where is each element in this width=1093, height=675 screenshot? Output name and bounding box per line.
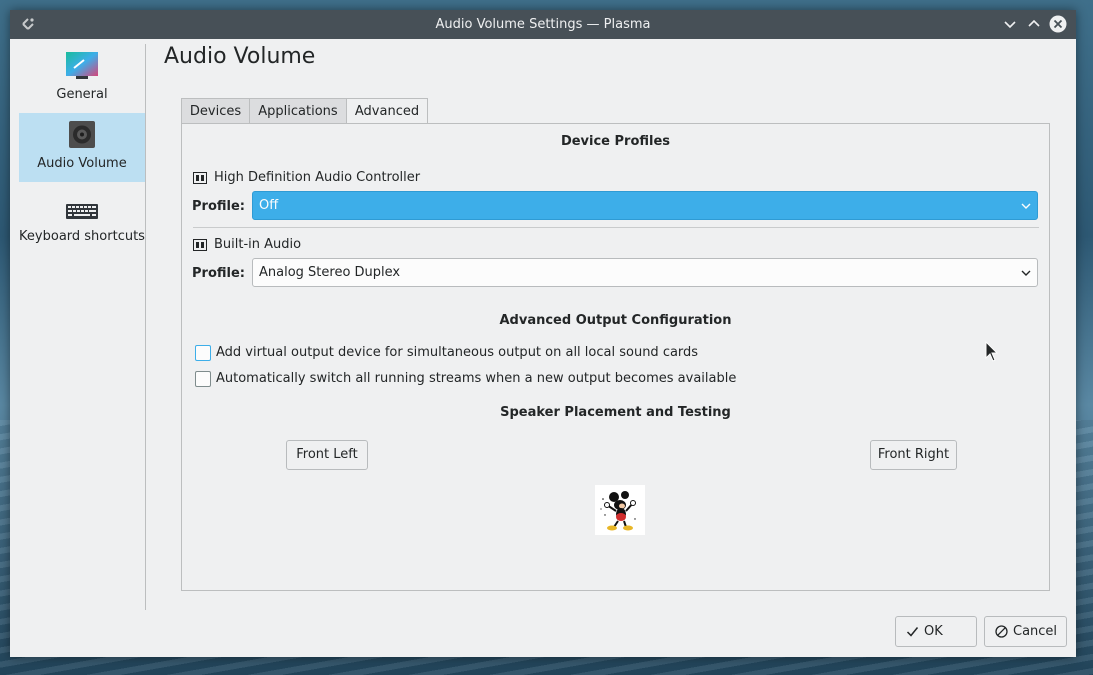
builtin-audio-profile-select[interactable]: Analog Stereo Duplex — [252, 258, 1038, 287]
advanced-panel: Device Profiles High Definition Audio Co… — [181, 123, 1050, 591]
tab-applications[interactable]: Applications — [249, 98, 347, 123]
front-right-button[interactable]: Front Right — [870, 440, 957, 470]
maximize-icon[interactable] — [1025, 15, 1043, 33]
sidebar-item-general[interactable]: General — [19, 44, 145, 113]
speaker-icon — [69, 121, 95, 148]
mouse-cursor-icon — [985, 341, 999, 362]
virtual-output-checkbox[interactable] — [195, 345, 211, 361]
audio-card-icon — [193, 172, 207, 184]
virtual-output-label[interactable]: Add virtual output device for simultaneo… — [216, 345, 698, 360]
profile-value: Analog Stereo Duplex — [259, 265, 401, 280]
category-sidebar: General Audio Volume Keyboard shortcuts — [18, 44, 146, 610]
speaker-placement-title: Speaker Placement and Testing — [500, 405, 731, 420]
device-name: Built-in Audio — [214, 237, 302, 252]
auto-switch-checkbox[interactable] — [195, 371, 211, 387]
cancel-icon — [995, 625, 1008, 638]
title-bar[interactable]: Audio Volume Settings — Plasma — [10, 10, 1076, 39]
output-config-title: Advanced Output Configuration — [499, 313, 732, 328]
checkmark-icon — [906, 627, 919, 637]
device-profiles-title: Device Profiles — [560, 134, 671, 149]
close-icon[interactable] — [1049, 15, 1067, 33]
ok-label: OK — [924, 624, 943, 639]
window-title: Audio Volume Settings — Plasma — [435, 17, 651, 32]
sidebar-divider — [145, 44, 146, 610]
tab-devices[interactable]: Devices — [181, 98, 250, 123]
audio-card-icon — [193, 239, 207, 251]
sidebar-item-label: Audio Volume — [37, 156, 127, 171]
hd-audio-profile-select[interactable]: Off — [252, 191, 1038, 220]
sidebar-item-label: General — [56, 87, 108, 102]
profile-label: Profile: — [192, 266, 245, 281]
chevron-down-icon — [1021, 270, 1031, 276]
front-left-button[interactable]: Front Left — [286, 440, 368, 470]
page-title: Audio Volume — [164, 44, 316, 69]
ok-button[interactable]: OK — [895, 616, 977, 647]
tab-advanced[interactable]: Advanced — [346, 98, 428, 125]
sidebar-item-label: Keyboard shortcuts — [19, 229, 145, 244]
profile-value: Off — [259, 198, 279, 213]
general-icon — [66, 52, 98, 79]
profile-label: Profile: — [192, 199, 245, 214]
cancel-button[interactable]: Cancel — [984, 616, 1067, 647]
cancel-label: Cancel — [1013, 624, 1058, 639]
auto-switch-label[interactable]: Automatically switch all running streams… — [216, 371, 736, 386]
minimize-icon[interactable] — [1001, 15, 1019, 33]
listener-mascot-icon — [595, 485, 645, 535]
keyboard-icon — [66, 204, 98, 219]
device-name: High Definition Audio Controller — [214, 170, 421, 185]
sidebar-item-keyboard-shortcuts[interactable]: Keyboard shortcuts — [19, 192, 145, 266]
device-separator — [193, 227, 1039, 228]
settings-window: Audio Volume Settings — Plasma General A… — [10, 10, 1076, 657]
chevron-down-icon — [1021, 203, 1031, 209]
sidebar-item-audio-volume[interactable]: Audio Volume — [19, 113, 145, 182]
